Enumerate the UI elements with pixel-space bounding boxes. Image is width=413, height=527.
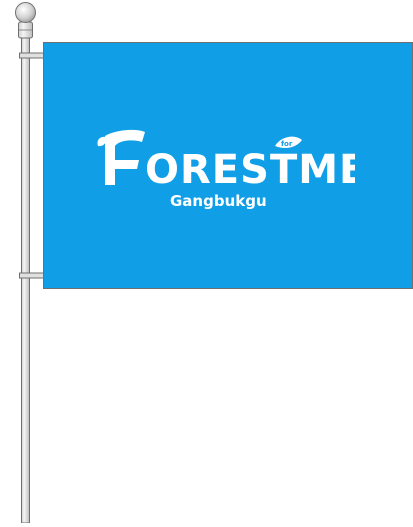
- flag-ring-bottom: [19, 272, 44, 279]
- logo-for-text: for: [281, 140, 293, 148]
- pole-finial-ball: [15, 2, 36, 23]
- pole-shaft: [21, 35, 30, 524]
- logo-subtitle: Gangbukgu: [170, 192, 267, 210]
- logo-f-mark: [97, 129, 145, 185]
- flag-pole: [0, 0, 44, 524]
- forestme-logo: ORESTME for Gangbukgu: [95, 126, 355, 216]
- logo-wordmark: ORESTME: [145, 147, 355, 193]
- leaf-icon: [97, 136, 107, 147]
- flag-ring-top: [19, 52, 44, 59]
